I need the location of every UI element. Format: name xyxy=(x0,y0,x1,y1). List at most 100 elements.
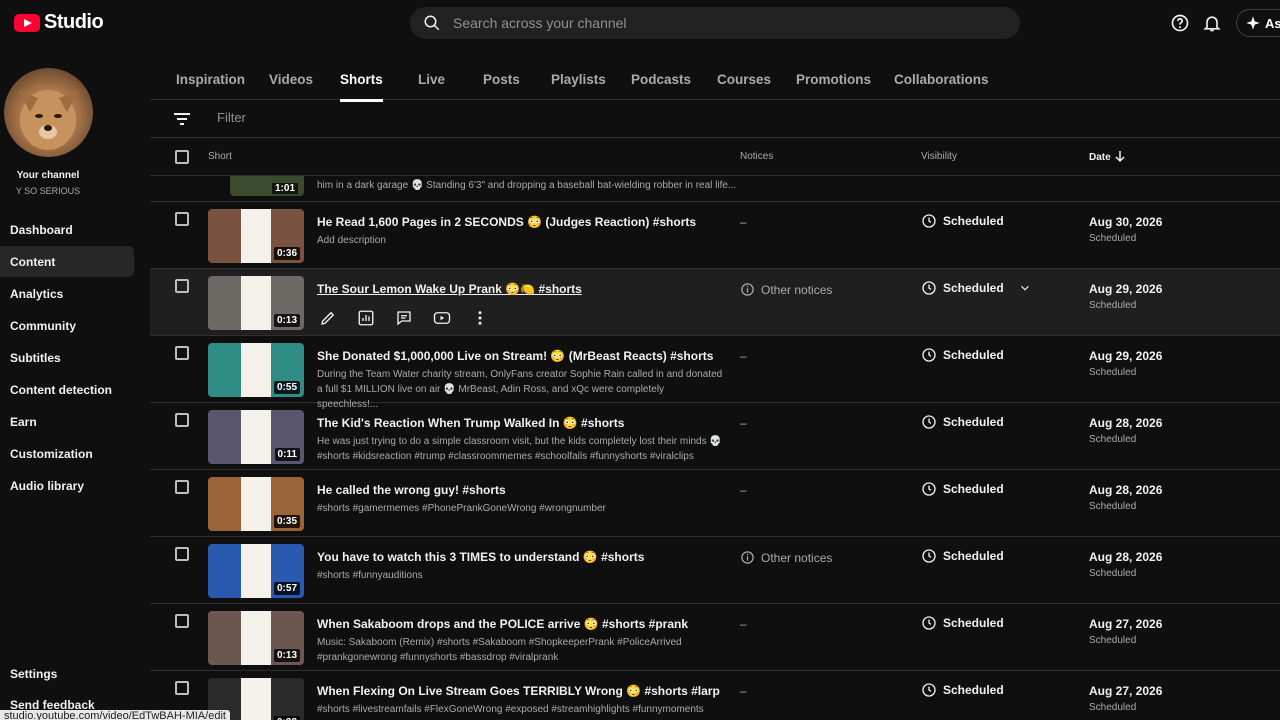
table-row[interactable]: 0:35 He called the wrong guy! #shorts #s… xyxy=(150,470,1280,537)
thumbnail-frame xyxy=(241,678,271,720)
tab-shorts[interactable]: Shorts xyxy=(340,72,383,102)
visibility-cell[interactable]: Scheduled xyxy=(921,682,1004,698)
help-icon[interactable] xyxy=(1169,12,1191,34)
row-checkbox[interactable] xyxy=(175,279,189,293)
date-text: Aug 29, 2026 xyxy=(1089,282,1163,296)
table-row[interactable]: 0:13 When Sakaboom drops and the POLICE … xyxy=(150,604,1280,671)
row-checkbox[interactable] xyxy=(175,413,189,427)
search-input[interactable] xyxy=(453,15,973,31)
visibility-cell[interactable]: Scheduled xyxy=(921,213,1004,229)
table-row[interactable]: 0:55 She Donated $1,000,000 Live on Stre… xyxy=(150,336,1280,410)
tab-live[interactable]: Live xyxy=(418,72,445,87)
youtube-icon[interactable] xyxy=(431,307,453,329)
row-checkbox[interactable] xyxy=(175,614,189,628)
clock-icon xyxy=(922,348,936,362)
visibility-text: Scheduled xyxy=(943,683,1004,697)
sidebar-item-analytics[interactable]: Analytics xyxy=(0,278,134,309)
thumbnail-frame xyxy=(241,611,271,665)
tab-posts[interactable]: Posts xyxy=(483,72,520,87)
video-title[interactable]: She Donated $1,000,000 Live on Stream! 😳… xyxy=(317,349,713,363)
date-text: Aug 27, 2026 xyxy=(1089,617,1163,631)
notices-cell[interactable]: Other notices xyxy=(740,550,832,565)
video-title[interactable]: You have to watch this 3 TIMES to unders… xyxy=(317,550,644,564)
thumbnail-frame xyxy=(241,209,271,263)
sidebar-item-community[interactable]: Community xyxy=(0,310,134,341)
sidebar-item-subtitles[interactable]: Subtitles xyxy=(0,342,134,373)
video-title[interactable]: When Flexing On Live Stream Goes TERRIBL… xyxy=(317,684,720,698)
visibility-text: Scheduled xyxy=(943,348,1004,362)
tab-inspiration[interactable]: Inspiration xyxy=(176,72,245,87)
ask-label: As xyxy=(1265,15,1280,31)
row-checkbox[interactable] xyxy=(175,681,189,695)
table-row[interactable]: 0:32 When Flexing On Live Stream Goes TE… xyxy=(150,671,1280,720)
sidebar-item-earn[interactable]: Earn xyxy=(0,406,134,437)
row-checkbox[interactable] xyxy=(175,346,189,360)
video-thumbnail[interactable]: 0:57 xyxy=(208,544,304,598)
filter-input[interactable] xyxy=(217,110,617,125)
notices-text: – xyxy=(740,349,747,363)
table-row[interactable]: 0:36 He Read 1,600 Pages in 2 SECONDS 😳 … xyxy=(150,202,1280,269)
analytics-icon[interactable] xyxy=(355,307,377,329)
tab-courses[interactable]: Courses xyxy=(717,72,771,87)
bell-icon[interactable] xyxy=(1201,12,1223,34)
row-checkbox[interactable] xyxy=(175,480,189,494)
table-row[interactable]: 0:13 The Sour Lemon Wake Up Prank 😳🍋 #sh… xyxy=(150,269,1280,336)
sidebar-item-customization[interactable]: Customization xyxy=(0,438,134,469)
video-title[interactable]: The Kid's Reaction When Trump Walked In … xyxy=(317,416,624,430)
sidebar-item-content[interactable]: Content xyxy=(0,246,134,277)
video-title[interactable]: He Read 1,600 Pages in 2 SECONDS 😳 (Judg… xyxy=(317,215,696,229)
video-thumbnail[interactable]: 1:01 xyxy=(230,176,304,196)
notices-cell[interactable]: Other notices xyxy=(740,282,832,297)
visibility-cell[interactable]: Scheduled xyxy=(921,280,1032,296)
ask-button[interactable]: As xyxy=(1236,9,1280,37)
edit-icon[interactable] xyxy=(317,307,339,329)
video-title[interactable]: When Sakaboom drops and the POLICE arriv… xyxy=(317,617,688,631)
notices-text: – xyxy=(740,416,747,430)
studio-logo[interactable]: Studio xyxy=(14,11,104,34)
video-thumbnail[interactable]: 0:35 xyxy=(208,477,304,531)
visibility-cell[interactable]: Scheduled xyxy=(921,615,1004,631)
column-date[interactable]: Date xyxy=(1089,151,1125,163)
tab-videos[interactable]: Videos xyxy=(269,72,313,87)
visibility-cell[interactable]: Scheduled xyxy=(921,414,1004,430)
video-thumbnail[interactable]: 0:11 xyxy=(208,410,304,464)
search-icon xyxy=(424,15,440,31)
video-description: Music: Sakaboom (Remix) #shorts #Sakaboo… xyxy=(317,637,682,663)
visibility-cell[interactable]: Scheduled xyxy=(921,481,1004,497)
comments-icon[interactable] xyxy=(393,307,415,329)
video-description: He was just trying to do a simple classr… xyxy=(317,436,722,462)
visibility-cell[interactable]: Scheduled xyxy=(921,347,1004,363)
video-thumbnail[interactable]: 0:13 xyxy=(208,611,304,665)
tab-playlists[interactable]: Playlists xyxy=(551,72,606,87)
visibility-cell[interactable]: Scheduled xyxy=(921,548,1004,564)
video-description: him in a dark garage 💀 Standing 6'3" and… xyxy=(317,180,737,191)
chevron-down-icon[interactable] xyxy=(1018,281,1032,295)
clock-icon xyxy=(922,683,936,697)
video-thumbnail[interactable]: 0:13 xyxy=(208,276,304,330)
tab-collaborations[interactable]: Collaborations xyxy=(894,72,989,87)
video-title[interactable]: He called the wrong guy! #shorts xyxy=(317,483,506,497)
notices-text: – xyxy=(740,215,747,229)
search-box[interactable] xyxy=(410,7,1020,39)
sidebar-item-settings[interactable]: Settings xyxy=(10,667,57,681)
table-row[interactable]: 1:01 him in a dark garage 💀 Standing 6'3… xyxy=(150,176,1280,202)
thumbnail-frame xyxy=(241,343,271,397)
video-title[interactable]: The Sour Lemon Wake Up Prank 😳🍋 #shorts xyxy=(317,282,582,296)
table-row[interactable]: 0:11 The Kid's Reaction When Trump Walke… xyxy=(150,403,1280,470)
video-thumbnail[interactable]: 0:55 xyxy=(208,343,304,397)
channel-avatar[interactable] xyxy=(4,68,93,157)
video-thumbnail[interactable]: 0:36 xyxy=(208,209,304,263)
sidebar-item-dashboard[interactable]: Dashboard xyxy=(0,214,134,245)
filter-icon[interactable] xyxy=(174,112,190,126)
status-bar-url: studio.youtube.com/video/EdTwBAH-MIA/edi… xyxy=(0,710,230,720)
tab-podcasts[interactable]: Podcasts xyxy=(631,72,691,87)
select-all-checkbox[interactable] xyxy=(175,150,189,164)
row-checkbox[interactable] xyxy=(175,547,189,561)
sidebar-item-audio-library[interactable]: Audio library xyxy=(0,470,134,501)
channel-title[interactable]: Your channel xyxy=(0,170,96,181)
sidebar-item-content-detection[interactable]: Content detection xyxy=(0,374,134,405)
row-checkbox[interactable] xyxy=(175,212,189,226)
more-options-icon[interactable] xyxy=(469,307,491,329)
tab-promotions[interactable]: Promotions xyxy=(796,72,871,87)
table-row[interactable]: 0:57 You have to watch this 3 TIMES to u… xyxy=(150,537,1280,604)
